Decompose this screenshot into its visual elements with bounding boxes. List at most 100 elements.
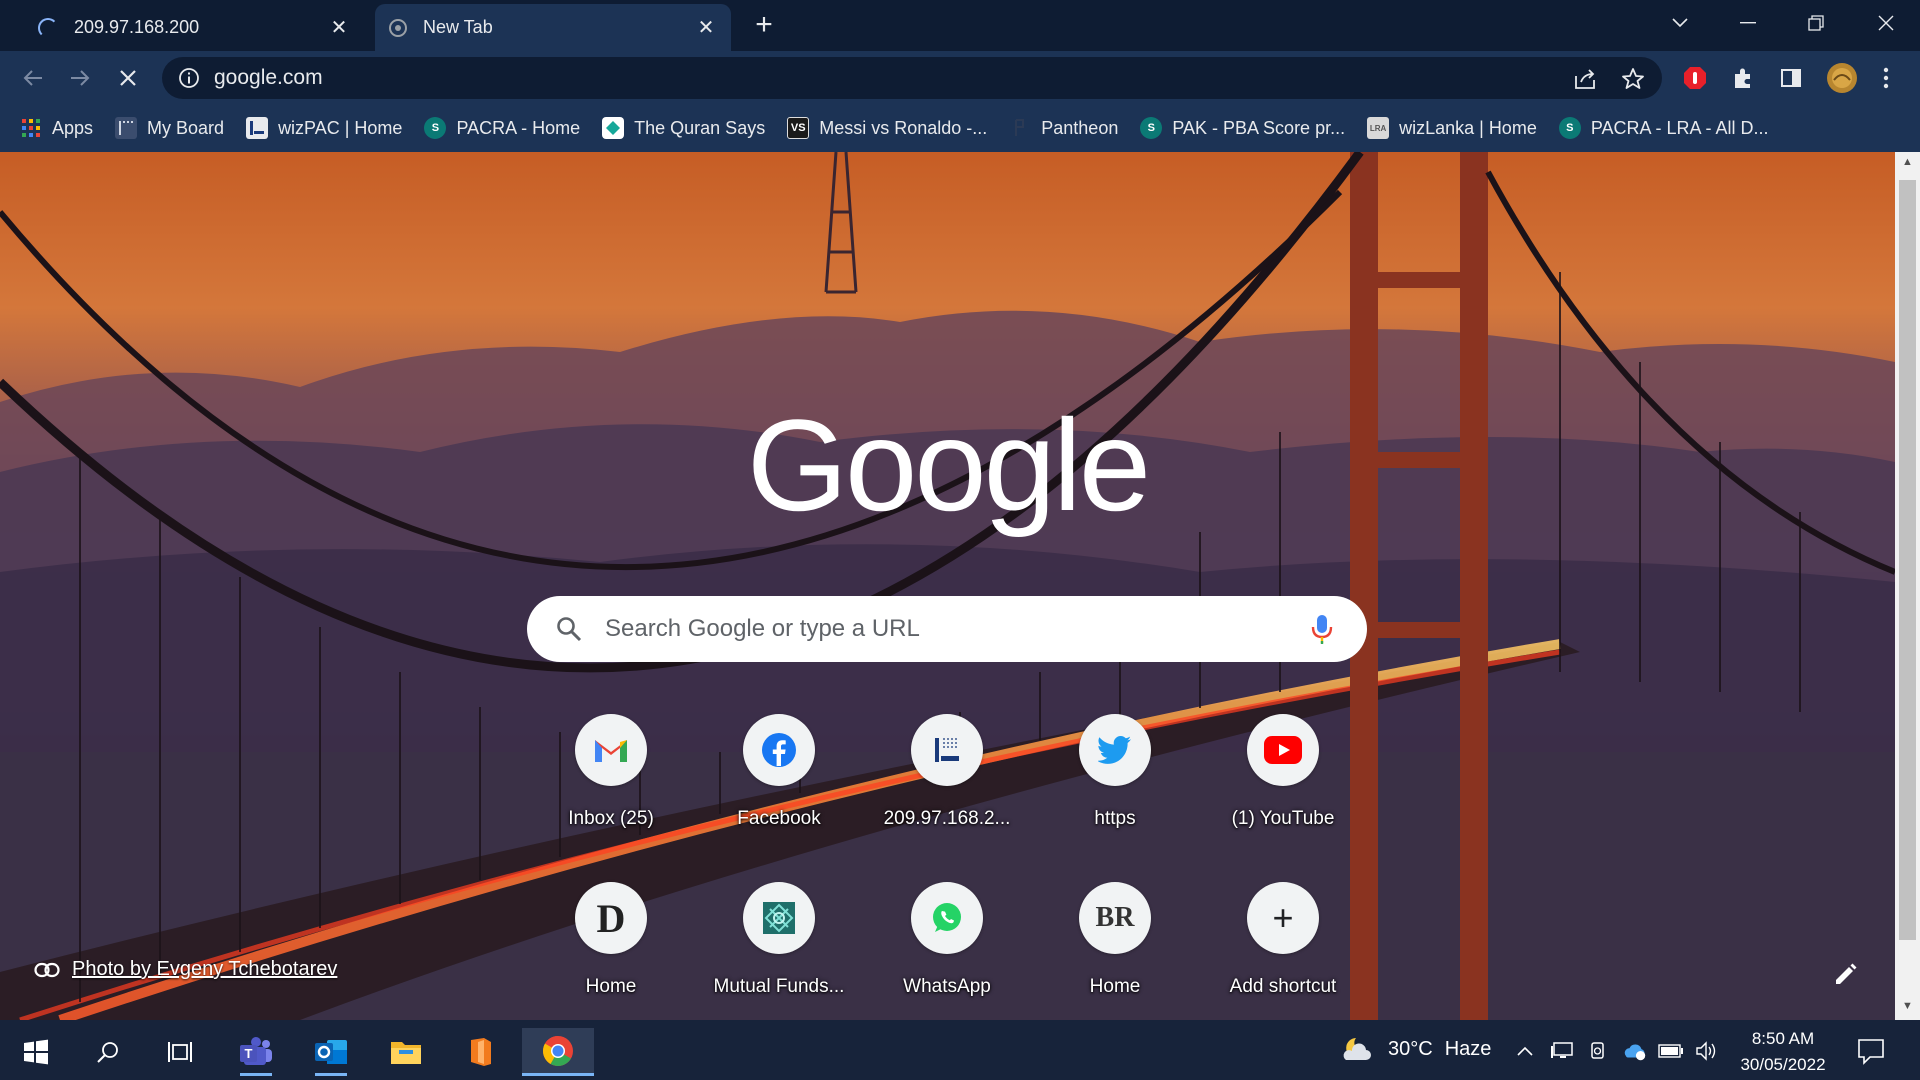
voice-search-icon[interactable] <box>1309 613 1335 645</box>
menu-kebab-icon[interactable] <box>1872 64 1900 92</box>
side-panel-icon[interactable] <box>1777 64 1805 92</box>
search-input[interactable]: Search Google or type a URL <box>605 615 1309 643</box>
shortcut-inbox[interactable]: Inbox (25) <box>531 714 691 844</box>
bookmark-pacra-lra[interactable]: S PACRA - LRA - All D... <box>1558 117 1769 139</box>
bookmark-pak-pba-score[interactable]: S PAK - PBA Score pr... <box>1140 117 1345 139</box>
site-icon <box>911 714 983 786</box>
bookmark-label: PACRA - Home <box>456 117 581 138</box>
address-bar[interactable]: google.com <box>162 57 1662 99</box>
shortcut-label: Home <box>1089 976 1141 997</box>
shortcut-twitter[interactable]: https <box>1035 714 1195 844</box>
youtube-icon <box>1247 714 1319 786</box>
system-clock[interactable]: 8:50 AM 30/05/2022 <box>1728 1026 1838 1078</box>
new-tab-button[interactable]: + <box>748 10 780 42</box>
network-pc-icon[interactable] <box>1550 1038 1576 1064</box>
add-shortcut-button[interactable]: + Add shortcut <box>1203 882 1363 1012</box>
notification-center-icon[interactable] <box>1856 1036 1886 1066</box>
extension-adblock-icon[interactable] <box>1681 64 1709 92</box>
share-icon[interactable] <box>1572 66 1598 92</box>
windows-start-icon[interactable] <box>8 1028 64 1076</box>
running-indicator <box>315 1073 347 1076</box>
whatsapp-icon <box>911 882 983 954</box>
tab-strip: 209.97.168.200 ✕ New Tab ✕ + <box>0 0 1920 51</box>
sharepoint-icon: S <box>1140 117 1163 139</box>
restore-button[interactable] <box>1796 8 1836 38</box>
stop-loading-button[interactable] <box>111 61 145 95</box>
battery-icon[interactable] <box>1658 1038 1684 1064</box>
loading-spinner-icon <box>38 17 58 38</box>
quran-icon <box>602 117 625 139</box>
pantheon-icon <box>1009 117 1031 139</box>
search-box[interactable]: Search Google or type a URL <box>527 596 1367 662</box>
bookmark-pantheon[interactable]: Pantheon <box>1009 117 1118 139</box>
scroll-down-arrow-icon[interactable]: ▼ <box>1901 1000 1914 1013</box>
tab-search-icon[interactable] <box>1660 8 1700 38</box>
bookmark-my-board[interactable]: My Board <box>115 117 224 139</box>
facebook-icon <box>743 714 815 786</box>
chrome-taskbar-icon[interactable] <box>522 1028 594 1076</box>
shortcut-mutual-funds[interactable]: Mutual Funds... <box>699 882 859 1012</box>
scrollbar-thumb[interactable] <box>1899 180 1916 940</box>
bookmark-apps[interactable]: Apps <box>20 117 93 139</box>
shortcut-label: https <box>1094 808 1136 829</box>
shortcut-home-br[interactable]: BR Home <box>1035 882 1195 1012</box>
bookmark-label: wizPAC | Home <box>278 117 403 138</box>
photo-credit-text[interactable]: Photo by Evgeny Tchebotarev <box>72 958 337 981</box>
bookmark-label: Apps <box>52 117 94 138</box>
scroll-up-arrow-icon[interactable]: ▲ <box>1901 156 1914 169</box>
tab-209-97-168-200[interactable]: 209.97.168.200 ✕ <box>24 4 364 51</box>
site-info-icon[interactable] <box>178 67 200 89</box>
shortcut-whatsapp[interactable]: WhatsApp <box>867 882 1027 1012</box>
shortcut-209-97-168[interactable]: 209.97.168.2... <box>867 714 1027 844</box>
show-hidden-icons-chevron-icon[interactable] <box>1512 1038 1538 1064</box>
bookmark-messi-vs-ronaldo[interactable]: VS Messi vs Ronaldo -... <box>787 117 987 139</box>
bookmark-wizpac-home[interactable]: wizPAC | Home <box>246 117 402 139</box>
running-indicator <box>240 1073 272 1076</box>
onedrive-icon[interactable] <box>1622 1038 1648 1064</box>
outlook-icon[interactable] <box>303 1028 359 1076</box>
customize-pencil-icon[interactable] <box>1832 962 1858 988</box>
shortcut-facebook[interactable]: Facebook <box>699 714 859 844</box>
teams-icon[interactable]: T <box>228 1028 284 1076</box>
tab-new-tab[interactable]: New Tab ✕ <box>375 4 731 51</box>
gmail-icon <box>575 714 647 786</box>
meet-now-icon[interactable] <box>1586 1038 1612 1064</box>
shortcut-home-d[interactable]: D Home <box>531 882 691 1012</box>
svg-text:T: T <box>245 1046 253 1061</box>
bookmark-pacra-home[interactable]: S PACRA - Home <box>424 117 580 139</box>
photo-credit-link[interactable]: Photo by Evgeny Tchebotarev <box>34 958 337 981</box>
mutual-funds-icon <box>743 882 815 954</box>
board-icon <box>115 117 138 139</box>
office-app-icon[interactable] <box>453 1028 509 1076</box>
sharepoint-icon: S <box>424 117 447 139</box>
profile-avatar[interactable] <box>1825 61 1859 95</box>
bookmark-label: My Board <box>147 117 225 138</box>
bookmarks-bar: Apps My Board wizPAC | Home S PACRA - Ho… <box>0 104 1920 152</box>
forward-button[interactable] <box>63 61 97 95</box>
tab-title: 209.97.168.200 <box>74 17 200 37</box>
wizlanka-icon: LRA <box>1367 117 1390 139</box>
windows-taskbar: T 30°C Haze 8:50 AM 30/05/2022 <box>0 1020 1920 1080</box>
file-explorer-icon[interactable] <box>378 1028 434 1076</box>
bookmark-label: Messi vs Ronaldo -... <box>819 117 988 138</box>
bookmark-quran-says[interactable]: The Quran Says <box>602 117 765 139</box>
weather-widget[interactable]: 30°C Haze <box>1340 1034 1491 1064</box>
extensions-puzzle-icon[interactable] <box>1729 64 1757 92</box>
shortcut-youtube[interactable]: (1) YouTube <box>1203 714 1363 844</box>
close-window-button[interactable] <box>1866 8 1906 38</box>
moon-cloud-icon <box>1343 1038 1371 1060</box>
bookmark-label: PACRA - LRA - All D... <box>1590 117 1769 138</box>
volume-icon[interactable] <box>1694 1038 1720 1064</box>
bookmark-label: The Quran Says <box>634 117 766 138</box>
clock-date: 30/05/2022 <box>1740 1055 1826 1074</box>
minimize-button[interactable] <box>1728 8 1768 38</box>
close-tab-icon[interactable]: ✕ <box>695 17 717 39</box>
url-text[interactable]: google.com <box>214 66 323 90</box>
task-view-icon[interactable] <box>152 1028 208 1076</box>
back-button[interactable] <box>16 61 50 95</box>
close-tab-icon[interactable]: ✕ <box>328 17 350 39</box>
bookmark-star-icon[interactable] <box>1620 66 1646 92</box>
taskbar-search-icon[interactable] <box>80 1028 136 1076</box>
page-scrollbar[interactable]: ▲ ▼ <box>1895 152 1920 1020</box>
bookmark-wizlanka-home[interactable]: LRA wizLanka | Home <box>1367 117 1537 139</box>
